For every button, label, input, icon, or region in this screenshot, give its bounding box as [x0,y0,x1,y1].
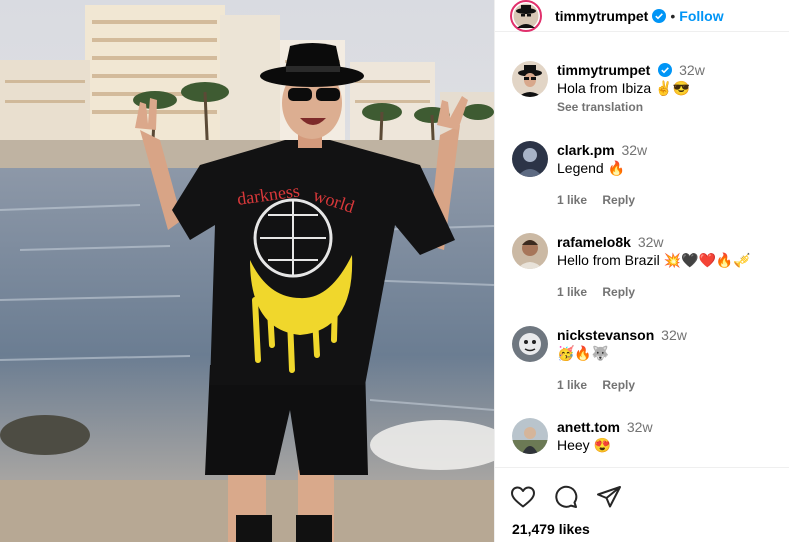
caption-body: timmytrumpet 32w Hola from Ibiza ✌😎 See … [557,61,705,116]
comment-item: clark.pm 32w Legend 🔥 1 like Reply [512,141,779,209]
see-translation-link[interactable]: See translation [557,98,705,116]
comment-actions: 1 like Reply [557,191,647,209]
comment-avatar[interactable] [512,233,548,269]
comment-item: nickstevanson 32w 🥳🔥🐺 1 like Reply [512,326,779,394]
comment-text: Heey 😍 [557,437,612,453]
instagram-post-view: darkness world timmytrumpet • Follow tim… [0,0,789,542]
comment-text: Legend 🔥 [557,160,626,176]
caption-text: Hola from Ibiza ✌😎 [557,80,690,96]
comment-item: rafamelo8k 32w Hello from Brazil 💥🖤❤️🔥🎺 … [512,233,779,301]
caption-time[interactable]: 32w [679,62,705,78]
reply-button[interactable]: Reply [602,193,635,207]
post-details-panel: timmytrumpet • Follow timmytrumpet 32w H… [494,0,789,542]
comment-likes-count[interactable]: 1 like [557,378,587,392]
reply-button[interactable]: Reply [602,378,635,392]
post-header: timmytrumpet • Follow [495,0,789,32]
separator-dot: • [670,7,676,24]
comment-avatar[interactable] [512,141,548,177]
comment-actions: 1 like Reply [557,376,687,394]
comment-time[interactable]: 32w [627,419,653,435]
photo-illustration: darkness world [0,0,494,542]
comment-body: rafamelo8k 32w Hello from Brazil 💥🖤❤️🔥🎺 … [557,233,751,301]
comment-actions: 1 like Reply [557,283,751,301]
post-photo[interactable]: darkness world [0,0,494,542]
action-icons [495,468,789,509]
comment-icon[interactable] [553,485,579,509]
comment-likes-count[interactable]: 1 like [557,193,587,207]
comment-avatar[interactable] [512,418,548,454]
comment-username[interactable]: rafamelo8k [557,234,631,250]
verified-badge-icon [658,63,673,77]
comment-avatar[interactable] [512,326,548,362]
comment-item: anett.tom 32w Heey 😍 [512,418,779,454]
caption-username[interactable]: timmytrumpet [557,62,650,78]
comment-text: 🥳🔥🐺 [557,345,610,361]
share-icon[interactable] [596,485,622,509]
verified-badge-icon [652,8,667,23]
comment-time[interactable]: 32w [638,234,664,250]
comment-username[interactable]: nickstevanson [557,327,654,343]
comment-username[interactable]: anett.tom [557,419,620,435]
comment-username[interactable]: clark.pm [557,142,615,158]
reply-button[interactable]: Reply [602,285,635,299]
caption-row: timmytrumpet 32w Hola from Ibiza ✌😎 See … [512,61,779,116]
follow-button[interactable]: Follow [679,8,723,24]
likes-count[interactable]: 21,479 likes [512,521,590,537]
comments-list: timmytrumpet 32w Hola from Ibiza ✌😎 See … [495,49,789,467]
author-avatar[interactable] [510,0,542,32]
comment-time[interactable]: 32w [621,142,647,158]
comment-body: nickstevanson 32w 🥳🔥🐺 1 like Reply [557,326,687,394]
comment-body: clark.pm 32w Legend 🔥 1 like Reply [557,141,647,209]
comment-time[interactable]: 32w [661,327,687,343]
comment-body: anett.tom 32w Heey 😍 [557,418,653,454]
post-actions-footer: 21,479 likes [495,467,789,537]
comment-likes-count[interactable]: 1 like [557,285,587,299]
caption-avatar[interactable] [512,61,548,97]
heart-icon[interactable] [510,485,536,509]
author-username[interactable]: timmytrumpet [555,8,648,24]
comment-text: Hello from Brazil 💥🖤❤️🔥🎺 [557,252,751,268]
